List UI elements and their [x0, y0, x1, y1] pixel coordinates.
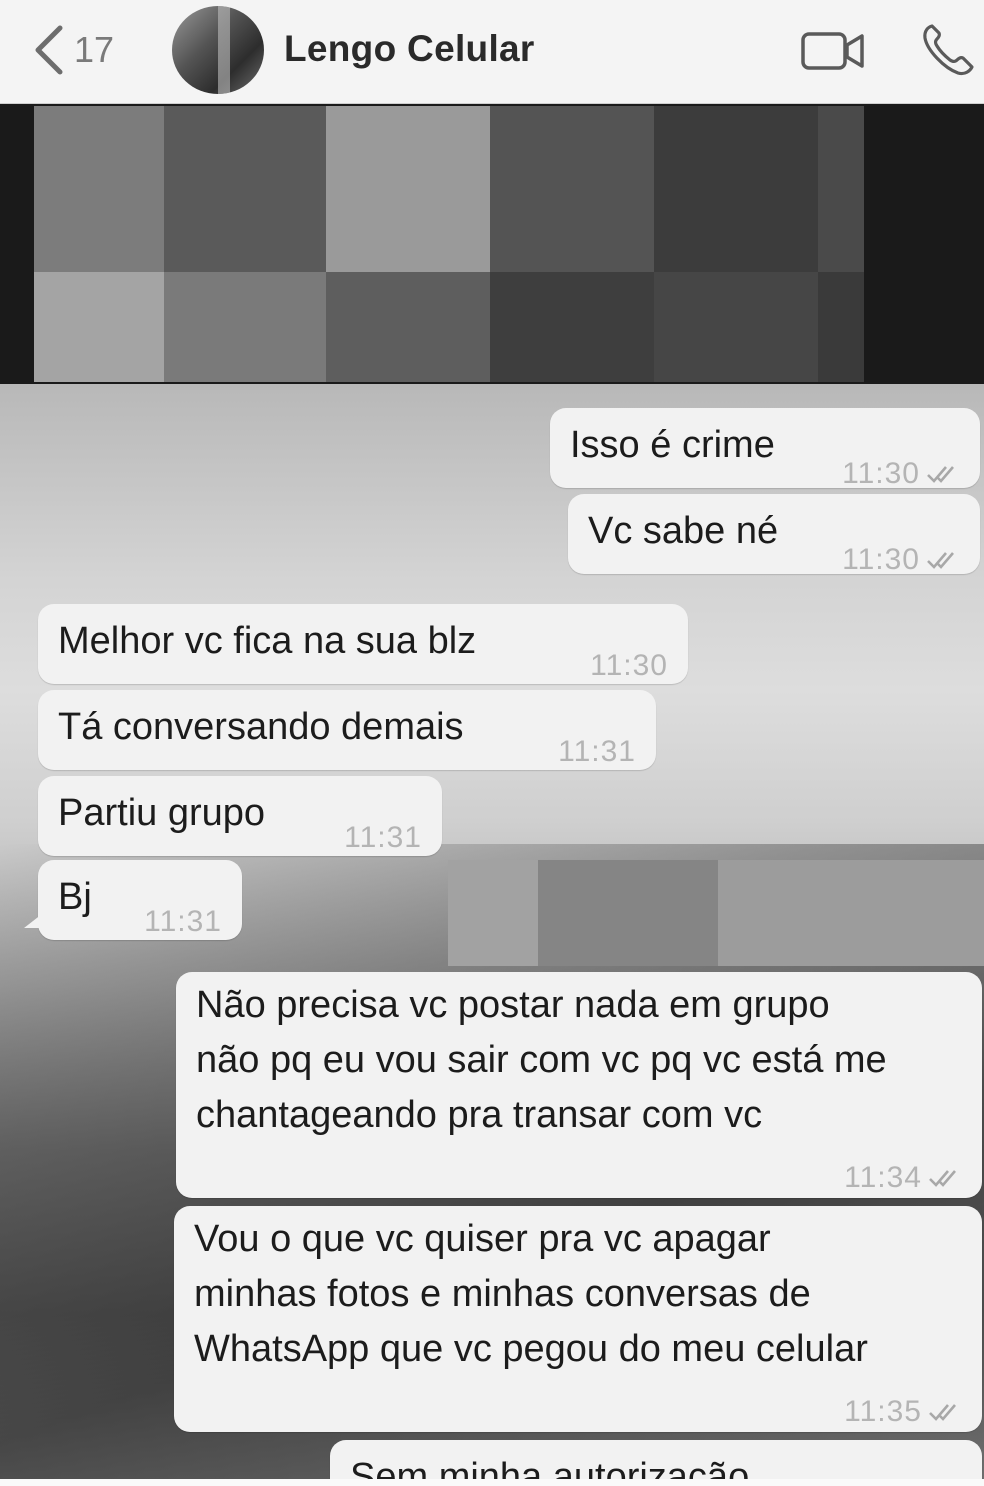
- message-time: 11:34: [844, 1150, 962, 1205]
- message-text: Bj: [58, 876, 92, 918]
- message-text: Vc sabe né: [588, 510, 779, 552]
- message-bubble-incoming[interactable]: Melhor vc fica na sua blz 11:30: [38, 604, 688, 684]
- message-text: Tá conversando demais: [58, 706, 464, 748]
- unread-count: 17: [74, 29, 115, 70]
- message-time: 11:31: [558, 735, 636, 768]
- message-bubble-outgoing[interactable]: Vc sabe né 11:30: [568, 494, 980, 576]
- pixelated-inline-media: [448, 860, 984, 966]
- pixelated-media[interactable]: [0, 104, 984, 384]
- message-text: Isso é crime: [570, 424, 775, 466]
- message-bubble-outgoing[interactable]: Isso é crime 11:30: [550, 408, 980, 490]
- read-check-icon: [929, 1403, 956, 1421]
- message-text-line: minhas fotos e minhas conversas de: [194, 1273, 811, 1315]
- message-bubble-incoming[interactable]: Bj 11:31: [24, 860, 242, 940]
- message-text-line: Não precisa vc postar nada em grupo: [196, 984, 830, 1026]
- contact-name[interactable]: Lengo Celular: [284, 28, 535, 70]
- message-time: 11:31: [144, 905, 222, 938]
- read-check-icon: [927, 465, 954, 483]
- message-text-line: chantageando pra transar com vc: [196, 1094, 763, 1136]
- read-check-icon: [929, 1169, 956, 1187]
- video-call-icon[interactable]: [800, 28, 866, 74]
- chevron-left-icon: [35, 25, 63, 75]
- message-bubble-incoming[interactable]: Tá conversando demais 11:31: [38, 690, 656, 770]
- message-time: 11:35: [844, 1384, 962, 1439]
- message-time: 11:31: [344, 821, 422, 854]
- message-text: Partiu grupo: [58, 792, 266, 834]
- read-check-icon: [927, 551, 954, 569]
- message-bubble-outgoing[interactable]: Vou o que vc quiser pra vc apagar minhas…: [174, 1206, 982, 1432]
- avatar[interactable]: [172, 6, 264, 94]
- message-time: 11:30: [590, 649, 668, 682]
- bubble-tail: [24, 914, 42, 928]
- back-button[interactable]: 17: [28, 20, 114, 80]
- message-text-line: WhatsApp que vc pegou do meu celular: [194, 1328, 868, 1370]
- message-bubble-incoming[interactable]: Partiu grupo 11:31: [38, 776, 442, 856]
- page-edge: [0, 1479, 984, 1486]
- message-bubble-outgoing[interactable]: Não precisa vc postar nada em grupo não …: [176, 972, 982, 1198]
- message-text-line: não pq eu vou sair com vc pq vc está me: [196, 1039, 887, 1081]
- message-time: 11:30: [842, 532, 960, 587]
- chat-header: 17 Lengo Celular: [0, 0, 984, 104]
- message-text-line: Vou o que vc quiser pra vc apagar: [194, 1218, 771, 1260]
- message-text: Melhor vc fica na sua blz: [58, 620, 477, 662]
- message-time: 11:30: [842, 446, 960, 501]
- phone-icon[interactable]: [918, 20, 978, 80]
